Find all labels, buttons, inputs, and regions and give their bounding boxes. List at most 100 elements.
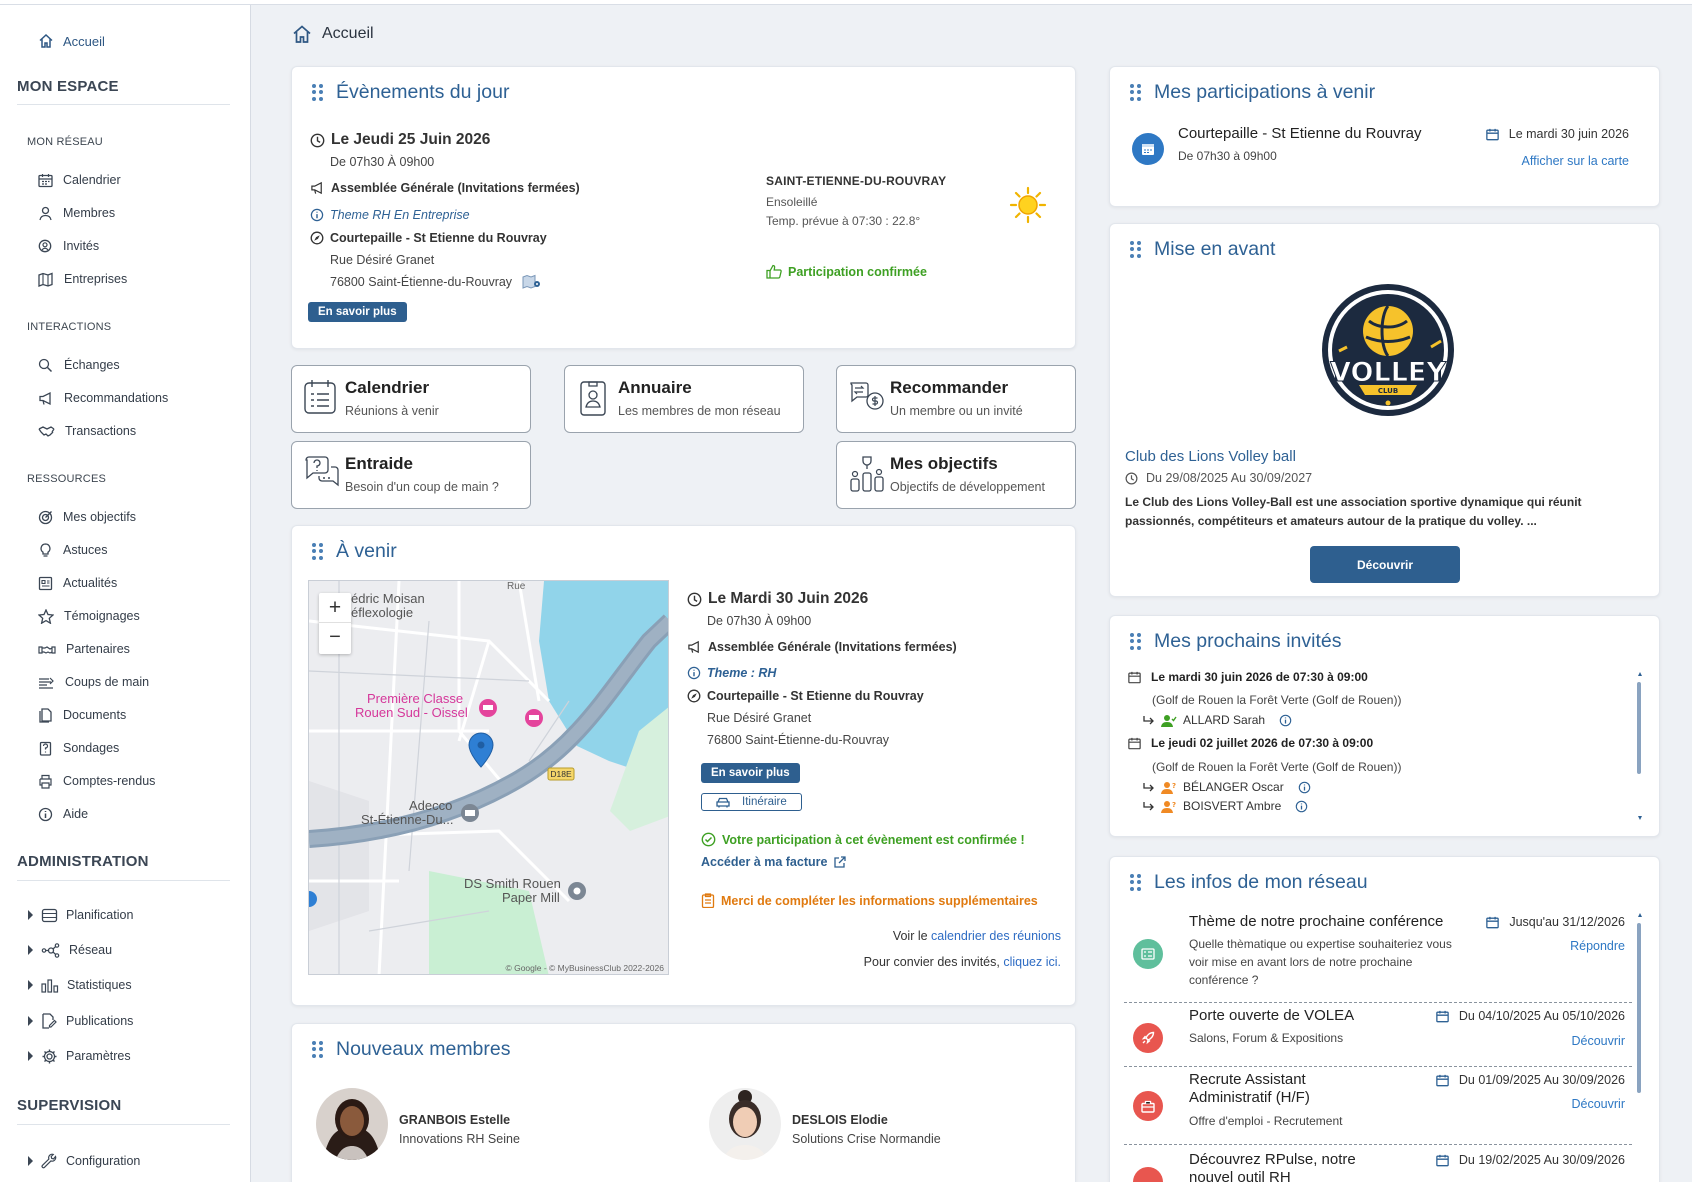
tile-annuaire[interactable]: Annuaire Les membres de mon réseau	[564, 365, 804, 433]
event-city-text: 76800 Saint-Étienne-du-Rouvray	[330, 275, 513, 289]
upcoming-more-button[interactable]: En savoir plus	[701, 763, 800, 783]
sidebar-item-entreprises[interactable]: Entreprises	[38, 269, 127, 289]
sidebar-item-actualites[interactable]: Actualités	[38, 573, 117, 593]
list-item[interactable]: Recrute Assistant Administratif (H/F) Du…	[1124, 1069, 1632, 1145]
news-title: Thème de notre prochaine conférence	[1189, 913, 1444, 930]
sidebar-item-aide[interactable]: Aide	[38, 804, 88, 824]
guest-row[interactable]: ALLARD Sarah	[1142, 713, 1292, 727]
sidebar-item-coups-de-main[interactable]: Coups de main	[38, 672, 149, 692]
avatar[interactable]	[315, 1087, 389, 1161]
sidebar-item-sondages[interactable]: Sondages	[38, 738, 119, 758]
drag-handle-icon[interactable]	[1130, 240, 1142, 259]
top-bar	[0, 0, 1692, 5]
drag-handle-icon[interactable]	[1130, 632, 1142, 651]
tile-title: Recommander	[890, 378, 1009, 397]
event-more-button[interactable]: En savoir plus	[308, 302, 407, 322]
sidebar-item-statistiques[interactable]: Statistiques	[28, 975, 132, 995]
scrollbar[interactable]	[1637, 672, 1642, 820]
discover-link[interactable]: Découvrir	[1572, 1097, 1626, 1111]
section-title-administration: ADMINISTRATION	[17, 853, 149, 870]
caret-right-icon	[28, 945, 33, 955]
target-icon	[38, 510, 53, 524]
company-map-icon	[38, 272, 53, 287]
show-on-map-link[interactable]: Afficher sur la carte	[1522, 154, 1629, 168]
invite-link[interactable]: cliquez ici.	[1003, 955, 1061, 969]
map-label: Paper Mill	[502, 890, 560, 905]
discover-link[interactable]: Découvrir	[1572, 1034, 1626, 1048]
drag-handle-icon[interactable]	[1130, 873, 1142, 892]
volley-club-logo[interactable]: VOLLEY CLUB	[1319, 281, 1457, 419]
sidebar-item-label: Témoignages	[64, 609, 140, 623]
member-name[interactable]: GRANBOIS Estelle	[399, 1113, 510, 1127]
discover-button[interactable]: Découvrir	[1310, 546, 1460, 583]
gear-icon	[42, 1049, 57, 1063]
breadcrumb-label[interactable]: Accueil	[322, 25, 374, 43]
sidebar-item-comptes-rendus[interactable]: Comptes-rendus	[38, 771, 155, 791]
compass-icon	[687, 689, 701, 703]
participations-card: Mes participations à venir Courtepaille …	[1109, 66, 1660, 207]
events-today-card: Évènements du jour Le Jeudi 25 Juin 2026…	[291, 66, 1076, 349]
featured-club-name[interactable]: Club des Lions Volley ball	[1125, 448, 1296, 465]
card-header: Les infos de mon réseau	[1130, 871, 1368, 894]
map-pin-icon[interactable]	[522, 274, 542, 290]
avatar[interactable]	[708, 1087, 782, 1161]
sidebar-item-echanges[interactable]: Échanges	[38, 355, 120, 375]
news-desc: Quelle thèmatique ou expertise souhaiter…	[1189, 937, 1452, 987]
guests-list[interactable]: Le mardi 30 juin 2026 de 07:30 à 09:00 (…	[1128, 670, 1628, 824]
map[interactable]: D18E édric Moisan éflexologie Rue Premiè…	[308, 580, 669, 975]
participation-event[interactable]: Courtepaille - St Etienne du Rouvray	[1178, 125, 1421, 142]
tile-entraide[interactable]: Entraide Besoin d'un coup de main ?	[291, 441, 531, 509]
subsection-ressources: RESSOURCES	[27, 473, 107, 485]
drag-handle-icon[interactable]	[312, 83, 324, 102]
megaphone-icon	[688, 640, 699, 654]
sidebar-item-documents[interactable]: Documents	[38, 705, 126, 725]
drag-handle-icon[interactable]	[1130, 83, 1142, 102]
poll-icon	[1133, 939, 1163, 969]
info-icon[interactable]	[1298, 781, 1311, 794]
sidebar-item-publications[interactable]: Publications	[28, 1011, 133, 1031]
drag-handle-icon[interactable]	[312, 542, 324, 561]
home-icon	[39, 33, 53, 48]
sidebar-item-temoignages[interactable]: Témoignages	[38, 606, 140, 626]
network-news-list[interactable]: Thème de notre prochaine conférence Jusq…	[1124, 909, 1632, 1182]
sidebar-item-home[interactable]: Accueil	[38, 33, 105, 49]
sidebar-item-parametres[interactable]: Paramètres	[28, 1046, 131, 1066]
itinerary-button[interactable]: Itinéraire	[701, 793, 802, 811]
tile-calendrier[interactable]: Calendrier Réunions à venir	[291, 365, 531, 433]
sidebar-item-transactions[interactable]: Transactions	[38, 421, 136, 441]
tile-mes-objectifs[interactable]: Mes objectifs Objectifs de développement	[836, 441, 1076, 509]
scrollbar[interactable]	[1637, 913, 1642, 1182]
sidebar-item-calendrier[interactable]: Calendrier	[38, 170, 121, 190]
zoom-out-button[interactable]: −	[319, 623, 351, 653]
info-icon[interactable]	[1295, 800, 1308, 813]
calendar-link[interactable]: calendrier des réunions	[931, 929, 1061, 943]
sidebar-item-recommandations[interactable]: Recommandations	[38, 388, 168, 408]
sidebar-item-partenaires[interactable]: Partenaires	[38, 639, 130, 659]
invoice-link-text: Accéder à ma facture	[701, 855, 828, 869]
upcoming-theme-text: Theme : RH	[707, 666, 777, 680]
map-label: Adecco	[409, 798, 452, 813]
sidebar-item-objectifs[interactable]: Mes objectifs	[38, 507, 136, 527]
guest-row[interactable]: ? BOISVERT Ambre	[1142, 799, 1308, 813]
invoice-link[interactable]: Accéder à ma facture	[701, 855, 847, 869]
list-item[interactable]: Thème de notre prochaine conférence Jusq…	[1124, 909, 1632, 1003]
guest-row[interactable]: ? BÉLANGER Oscar	[1142, 780, 1311, 794]
list-item[interactable]: Découvrez RPulse, notre nouvel outil RH …	[1124, 1147, 1632, 1182]
sidebar-item-invites[interactable]: Invités	[38, 236, 99, 256]
reply-link[interactable]: Répondre	[1570, 939, 1625, 953]
sidebar-item-configuration[interactable]: Configuration	[28, 1151, 140, 1171]
sidebar-item-planification[interactable]: Planification	[28, 905, 133, 925]
complete-info-warning[interactable]: Merci de compléter les informations supp…	[701, 893, 1038, 908]
external-link-icon	[834, 855, 847, 868]
member-name[interactable]: DESLOIS Elodie	[792, 1113, 888, 1127]
sidebar-item-astuces[interactable]: Astuces	[38, 540, 107, 560]
sidebar-item-reseau[interactable]: Réseau	[28, 940, 112, 960]
list-item[interactable]: Porte ouverte de VOLEA Du 04/10/2025 Au …	[1124, 1005, 1632, 1067]
sidebar-item-membres[interactable]: Membres	[38, 203, 115, 223]
caret-right-icon	[28, 1051, 33, 1061]
zoom-in-button[interactable]: +	[319, 593, 351, 623]
tile-recommander[interactable]: Recommander Un membre ou un invité	[836, 365, 1076, 433]
info-icon[interactable]	[1279, 714, 1292, 727]
star-icon	[38, 608, 54, 624]
drag-handle-icon[interactable]	[312, 1040, 324, 1059]
